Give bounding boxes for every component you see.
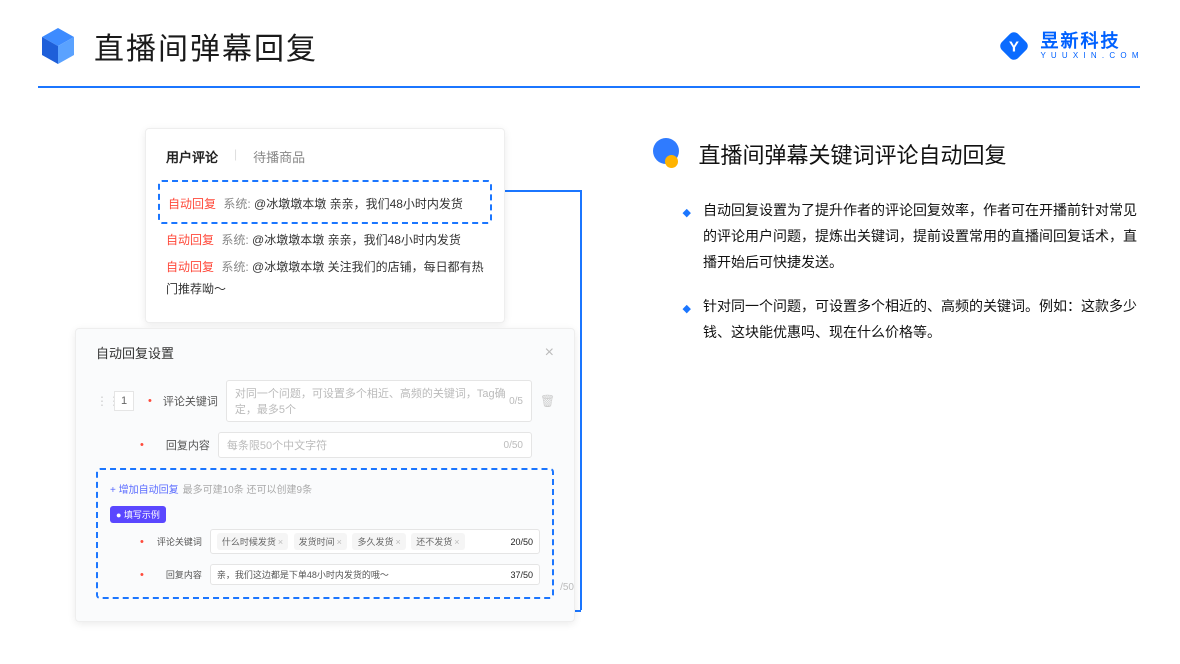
page-header: 直播间弹幕回复 Y 昱新科技 Y U U X I N . C O M <box>0 0 1180 68</box>
auto-reply-settings-modal: 自动回复设置 × ⋮⋮ 1 • 评论关键词 对同一个问题，可设置多个相近、高频的… <box>75 328 575 622</box>
auto-reply-tag: 自动回复 <box>166 260 214 274</box>
example-pill: ● 填写示例 <box>110 506 166 523</box>
modal-title: 自动回复设置 <box>96 343 174 362</box>
content-placeholder: 每条限50个中文字符 <box>227 437 327 453</box>
content-counter: 0/50 <box>504 440 523 451</box>
required-dot-icon: • <box>148 395 152 407</box>
message-body: @冰墩墩本墩 亲亲，我们48小时内发货 <box>254 197 463 211</box>
keyword-counter: 0/5 <box>509 396 523 407</box>
system-label: 系统: <box>221 260 248 274</box>
section-title: 直播间弹幕关键词评论自动回复 <box>699 138 1007 170</box>
row-number: 1 <box>114 391 134 411</box>
auto-reply-message: 自动回复 系统: @冰墩墩本墩 亲亲，我们48小时内发货 <box>168 194 482 216</box>
diamond-bullet-icon: ◆ <box>683 299 691 346</box>
keyword-row: ⋮⋮ 1 • 评论关键词 对同一个问题，可设置多个相近、高频的关键词，Tag确定… <box>96 380 554 422</box>
outer-counter: /50 <box>560 582 574 593</box>
example-keyword-input[interactable]: 什么时候发货× 发货时间× 多久发货× 还不发货× 20/50 <box>210 529 540 554</box>
brand-logo: Y 昱新科技 Y U U X I N . C O M <box>995 27 1140 65</box>
logo-text-en: Y U U X I N . C O M <box>1041 52 1140 60</box>
example-keyword-counter: 20/50 <box>510 537 533 547</box>
example-keyword-label: 评论关键词 <box>154 535 202 548</box>
keyword-placeholder: 对同一个问题，可设置多个相近、高频的关键词，Tag确定，最多5个 <box>235 385 509 417</box>
keyword-tag[interactable]: 发货时间× <box>294 533 347 550</box>
bullet-item: ◆ 针对同一个问题，可设置多个相近的、高频的关键词。例如：这款多少钱、这块能优惠… <box>653 294 1141 346</box>
example-block: + 增加自动回复最多可建10条 还可以创建9条 ● 填写示例 • 评论关键词 什… <box>96 468 554 599</box>
required-dot-icon: • <box>140 536 144 548</box>
required-dot-icon: • <box>140 439 144 451</box>
content-input[interactable]: 每条限50个中文字符 0/50 <box>218 432 532 458</box>
connector-line <box>493 190 581 192</box>
auto-reply-tag: 自动回复 <box>166 233 214 247</box>
example-content-row: • 回复内容 亲，我们这边都是下单48小时内发货的哦～ 37/50 <box>110 564 540 585</box>
example-keyword-row: • 评论关键词 什么时候发货× 发货时间× 多久发货× 还不发货× 20/50 <box>110 529 540 554</box>
svg-text:Y: Y <box>1008 39 1018 56</box>
auto-reply-message: 自动回复 系统: @冰墩墩本墩 亲亲，我们48小时内发货 <box>166 230 484 252</box>
tab-user-comments[interactable]: 用户评论 <box>166 147 218 166</box>
bullet-item: ◆ 自动回复设置为了提升作者的评论回复效率，作者可在开播前针对常见的评论用户问题… <box>653 198 1141 276</box>
explanation-section: 直播间弹幕关键词评论自动回复 ◆ 自动回复设置为了提升作者的评论回复效率，作者可… <box>653 128 1141 345</box>
diamond-bullet-icon: ◆ <box>683 203 691 276</box>
bullet-text: 针对同一个问题，可设置多个相近的、高频的关键词。例如：这款多少钱、这块能优惠吗、… <box>703 294 1140 346</box>
add-auto-reply-link[interactable]: + 增加自动回复最多可建10条 还可以创建9条 <box>110 485 312 496</box>
example-content-label: 回复内容 <box>154 568 202 581</box>
keyword-tag[interactable]: 多久发货× <box>352 533 405 550</box>
logo-text-cn: 昱新科技 <box>1041 32 1140 50</box>
tab-pending-goods[interactable]: 待播商品 <box>253 147 305 166</box>
system-label: 系统: <box>221 233 248 247</box>
example-content-input[interactable]: 亲，我们这边都是下单48小时内发货的哦～ 37/50 <box>210 564 540 585</box>
example-content-text: 亲，我们这边都是下单48小时内发货的哦～ <box>217 568 389 581</box>
keyword-tag[interactable]: 什么时候发货× <box>217 533 288 550</box>
comments-panel: 用户评论 | 待播商品 自动回复 系统: @冰墩墩本墩 亲亲，我们48小时内发货… <box>145 128 505 323</box>
section-title-row: 直播间弹幕关键词评论自动回复 <box>653 138 1141 170</box>
comments-tabs: 用户评论 | 待播商品 <box>166 147 484 166</box>
bubbles-icon <box>653 138 685 170</box>
content-label: 回复内容 <box>154 437 210 453</box>
keyword-tag[interactable]: 还不发货× <box>411 533 464 550</box>
page-title: 直播间弹幕回复 <box>94 24 318 68</box>
connector-line <box>580 190 582 610</box>
trash-icon[interactable]: 🗑 <box>540 394 554 408</box>
example-content-counter: 37/50 <box>510 570 533 580</box>
auto-reply-tag: 自动回复 <box>168 197 216 211</box>
message-body: @冰墩墩本墩 亲亲，我们48小时内发货 <box>252 233 461 247</box>
tab-separator: | <box>234 147 237 166</box>
close-icon[interactable]: × <box>545 344 554 362</box>
system-label: 系统: <box>223 197 250 211</box>
content-row: • 回复内容 每条限50个中文字符 0/50 <box>96 432 554 458</box>
drag-handle-icon[interactable]: ⋮⋮ <box>96 394 106 408</box>
keyword-label: 评论关键词 <box>162 393 218 409</box>
keyword-input[interactable]: 对同一个问题，可设置多个相近、高频的关键词，Tag确定，最多5个 0/5 <box>226 380 532 422</box>
auto-reply-message: 自动回复 系统: @冰墩墩本墩 关注我们的店铺，每日都有热门推荐呦～ <box>166 257 484 300</box>
cube-icon <box>38 26 78 66</box>
highlighted-message: 自动回复 系统: @冰墩墩本墩 亲亲，我们48小时内发货 <box>158 180 492 224</box>
header-left: 直播间弹幕回复 <box>38 24 318 68</box>
screenshot-composite: 用户评论 | 待播商品 自动回复 系统: @冰墩墩本墩 亲亲，我们48小时内发货… <box>75 128 563 345</box>
required-dot-icon: • <box>140 569 144 581</box>
logo-diamond-icon: Y <box>995 27 1033 65</box>
bullet-text: 自动回复设置为了提升作者的评论回复效率，作者可在开播前针对常见的评论用户问题，提… <box>703 198 1140 276</box>
